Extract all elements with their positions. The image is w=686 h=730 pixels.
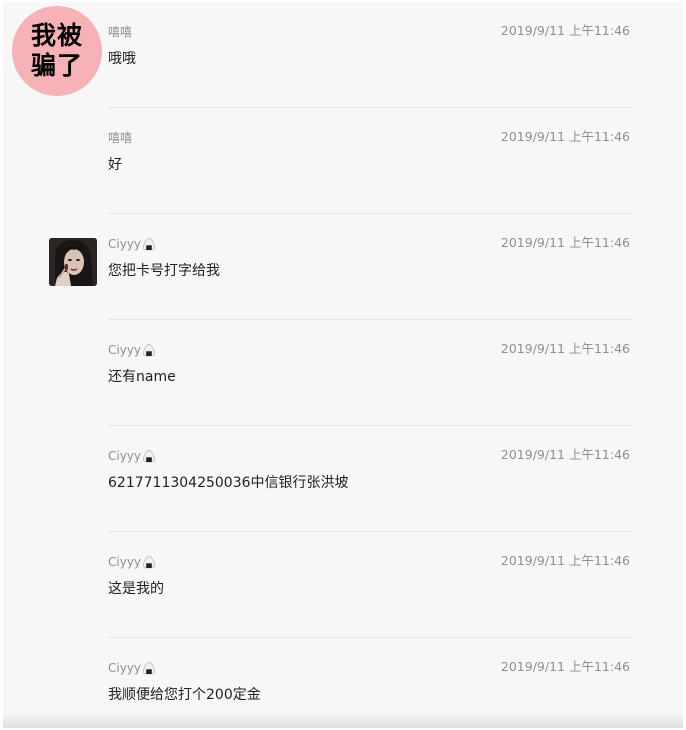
message-text[interactable]: 6217711304250036中信银行张洪坡 bbox=[108, 473, 349, 493]
message-item: Ciyyy 2019/9/11 上午11:46 我顺便给您打个200定金 bbox=[3, 638, 683, 728]
message-text[interactable]: 我顺便给您打个200定金 bbox=[108, 685, 261, 705]
message-item: 嘻嘻 2019/9/11 上午11:46 好 bbox=[3, 108, 683, 214]
message-timestamp: 2019/9/11 上午11:46 bbox=[500, 341, 630, 356]
sender-name: Ciyyy bbox=[108, 342, 156, 358]
message-item: Ciyyy 2019/9/11 上午11:46 这是我的 bbox=[3, 532, 683, 638]
message-text[interactable]: 您把卡号打字给我 bbox=[108, 261, 220, 281]
message-timestamp: 2019/9/11 上午11:46 bbox=[500, 129, 630, 144]
message-text[interactable]: 这是我的 bbox=[108, 579, 164, 599]
message-timestamp: 2019/9/11 上午11:46 bbox=[500, 23, 630, 38]
onigiri-icon bbox=[143, 237, 156, 251]
message-item: Ciyyy 2019/9/11 上午11:46 您把卡号打字给我 bbox=[3, 214, 683, 320]
message-timestamp: 2019/9/11 上午11:46 bbox=[500, 447, 630, 462]
message-timestamp: 2019/9/11 上午11:46 bbox=[500, 659, 630, 674]
sender-name: Ciyyy bbox=[108, 554, 156, 570]
onigiri-icon bbox=[143, 343, 156, 357]
message-item: Ciyyy 2019/9/11 上午11:46 还有name bbox=[3, 320, 683, 426]
watermark-line1: 我被 bbox=[30, 21, 83, 50]
avatar-portrait-image bbox=[49, 238, 97, 286]
sender-name: 嘻嘻 bbox=[108, 25, 133, 39]
message-text[interactable]: 哦哦 bbox=[108, 49, 136, 69]
sender-name: Ciyyy bbox=[108, 660, 156, 676]
sender-name: 嘻嘻 bbox=[108, 131, 133, 145]
message-item: 嘻嘻 2019/9/11 上午11:46 哦哦 bbox=[3, 2, 683, 108]
sender-name: Ciyyy bbox=[108, 448, 156, 464]
watermark-badge: 我被 骗了 bbox=[12, 6, 102, 96]
message-timestamp: 2019/9/11 上午11:46 bbox=[500, 235, 630, 250]
onigiri-icon bbox=[143, 555, 156, 569]
onigiri-icon bbox=[143, 449, 156, 463]
message-text[interactable]: 好 bbox=[108, 155, 122, 175]
watermark-line2: 骗了 bbox=[30, 51, 83, 80]
message-text[interactable]: 还有name bbox=[108, 367, 176, 387]
sender-name: Ciyyy bbox=[108, 236, 156, 252]
avatar[interactable] bbox=[49, 238, 97, 286]
message-timestamp: 2019/9/11 上午11:46 bbox=[500, 553, 630, 568]
onigiri-icon bbox=[143, 661, 156, 675]
chat-history-panel: 嘻嘻 2019/9/11 上午11:46 哦哦 嘻嘻 2019/9/11 上午1… bbox=[3, 2, 683, 728]
message-item: Ciyyy 2019/9/11 上午11:46 6217711304250036… bbox=[3, 426, 683, 532]
